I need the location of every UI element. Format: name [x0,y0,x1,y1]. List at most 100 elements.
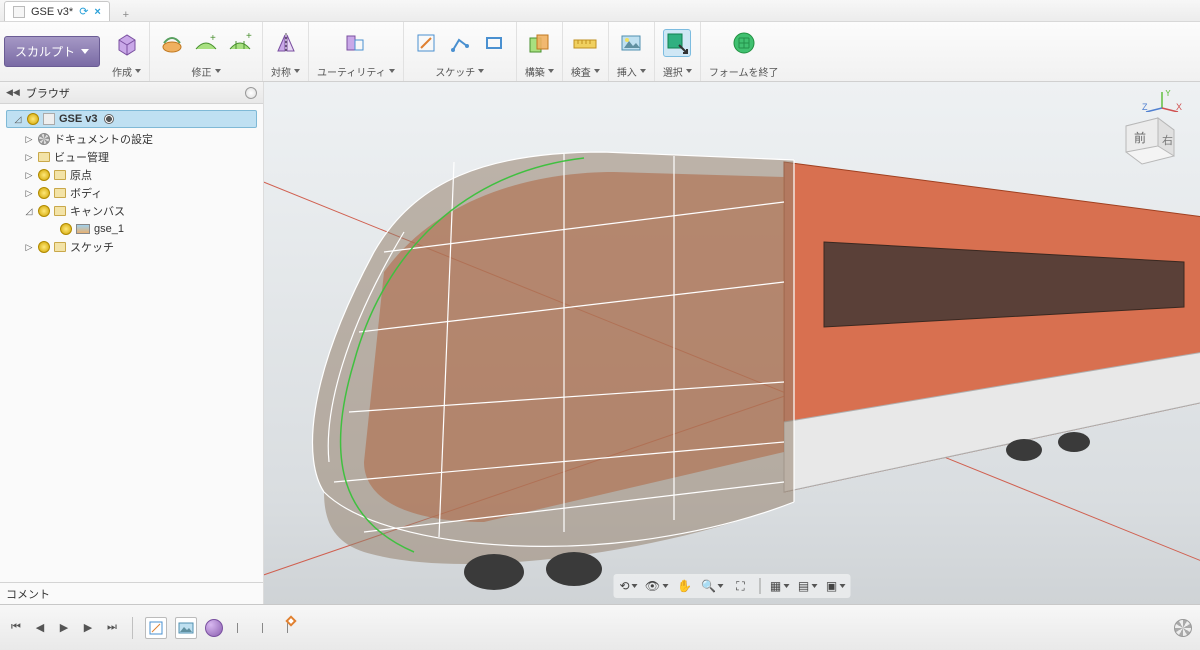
image-icon [76,224,90,234]
close-icon[interactable]: × [94,6,100,18]
group-label: 挿入 [617,64,637,79]
pan-icon[interactable]: ✋ [674,576,696,596]
rectangle-icon[interactable] [480,29,508,57]
chevron-down-icon [81,49,89,54]
browser-header[interactable]: ◀◀ ブラウザ [0,82,263,104]
ribbon-group-inspect: 検査 [563,22,609,81]
viewcube-axes-icon: Y Z X [1142,90,1182,112]
document-tab[interactable]: GSE v3* ⟳ × [4,1,110,21]
go-end-icon[interactable]: ⏭ [104,620,120,636]
lightbulb-icon[interactable] [27,113,39,125]
twisty-icon[interactable]: ▷ [24,134,34,145]
mirror-icon[interactable] [272,29,300,57]
node-label: 原点 [70,167,92,183]
orbit-icon[interactable]: ⟲ [618,576,640,596]
step-fwd-icon[interactable]: ▶ [80,620,96,636]
chevron-down-icon[interactable] [686,69,692,73]
timeline-slider[interactable] [237,619,377,637]
workspace-label: スカルプト [15,43,75,60]
chevron-down-icon[interactable] [548,69,554,73]
lightbulb-icon[interactable] [38,205,50,217]
twisty-open-icon[interactable]: ◿ [13,114,23,125]
folder-icon [54,170,66,180]
group-label: 対称 [271,64,291,79]
svg-text:+: + [246,33,252,42]
box-primitive-icon[interactable] [113,29,141,57]
lightbulb-icon[interactable] [38,169,50,181]
comments-header[interactable]: コメント [0,582,263,604]
twisty-icon[interactable]: ▷ [24,152,34,163]
chevron-down-icon[interactable] [215,69,221,73]
select-icon[interactable] [663,29,691,57]
chevron-down-icon[interactable] [135,69,141,73]
display-style-icon[interactable]: ▦ [769,576,791,596]
tree-root[interactable]: ◿ GSE v3 [6,110,257,128]
fit-icon[interactable]: ⛶ [730,576,752,596]
chevron-down-icon[interactable] [640,69,646,73]
chevron-down-icon[interactable] [389,69,395,73]
tree-item-canvas-child[interactable]: gse_1 [2,220,261,238]
workspace-switcher[interactable]: スカルプト [0,22,104,81]
node-label: GSE v3 [59,113,98,125]
viewcube[interactable]: Y Z X 前 右 [1114,90,1184,170]
tree-item-bodies[interactable]: ▷ ボディ [2,184,261,202]
subdivide-icon[interactable]: + [226,29,254,57]
node-label: キャンバス [70,203,125,219]
gear-icon [38,133,50,145]
tree-item-views[interactable]: ▷ ビュー管理 [2,148,261,166]
twisty-icon[interactable]: ▷ [24,170,34,181]
twisty-open-icon[interactable]: ◿ [24,206,34,217]
activate-radio-icon[interactable] [104,114,114,124]
feature-canvas-icon[interactable] [175,617,197,639]
browser-title: ブラウザ [26,85,70,101]
add-tab-button[interactable]: + [116,9,136,21]
decal-icon[interactable] [617,29,645,57]
group-label: ユーティリティ [317,64,386,79]
feature-form-icon[interactable] [205,619,223,637]
timeline-bar: ⏮ ◀ ▶ ▶ ⏭ [0,604,1200,650]
ribbon-group-insert: 挿入 [609,22,655,81]
tree-item-doc-settings[interactable]: ▷ドキュメントの設定 [2,130,261,148]
zoom-icon[interactable]: 🔍 [702,576,724,596]
finish-form-icon[interactable] [730,29,758,57]
cube-icon [13,6,25,18]
insert-edge-icon[interactable]: + [192,29,220,57]
chevron-down-icon[interactable] [294,69,300,73]
node-label: ボディ [70,185,102,201]
plane-icon[interactable] [525,29,553,57]
display-mode-icon[interactable] [342,29,370,57]
lightbulb-icon[interactable] [38,241,50,253]
measure-icon[interactable] [571,29,599,57]
lightbulb-icon[interactable] [60,223,72,235]
look-icon[interactable]: 👁 [646,576,668,596]
create-sketch-icon[interactable] [412,29,440,57]
node-label: ビュー管理 [54,149,109,165]
twisty-icon[interactable]: ▷ [24,188,34,199]
lightbulb-icon[interactable] [38,187,50,199]
tab-recover-icon[interactable]: ⟳ [79,5,88,18]
collapse-left-icon[interactable]: ◀◀ [6,87,20,98]
group-label: 修正 [192,64,212,79]
chevron-down-icon[interactable] [594,69,600,73]
group-label: 作成 [112,64,132,79]
ribbon-toolbar: スカルプト 作成 + + 修正 対称 ユーティリティ [0,22,1200,82]
timeline-settings-icon[interactable] [1174,619,1192,637]
pin-icon[interactable] [245,87,257,99]
tree-item-sketches[interactable]: ▷スケッチ [2,238,261,256]
line-icon[interactable] [446,29,474,57]
viewport-3d[interactable]: Y Z X 前 右 ⟲ 👁 ✋ 🔍 ⛶ ▦ ▤ ▣ [264,82,1200,604]
snap-icon[interactable]: ▣ [825,576,847,596]
go-start-icon[interactable]: ⏮ [8,620,24,636]
tree-item-origin[interactable]: ▷ 原点 [2,166,261,184]
step-back-icon[interactable]: ◀ [32,620,48,636]
play-icon[interactable]: ▶ [56,620,72,636]
edit-form-icon[interactable] [158,29,186,57]
tree-item-canvases[interactable]: ◿ キャンバス [2,202,261,220]
twisty-icon[interactable]: ▷ [24,242,34,253]
component-icon [43,113,55,125]
folder-icon [54,242,66,252]
node-label: gse_1 [94,223,124,235]
feature-sketch-icon[interactable] [145,617,167,639]
chevron-down-icon[interactable] [478,69,484,73]
grid-settings-icon[interactable]: ▤ [797,576,819,596]
